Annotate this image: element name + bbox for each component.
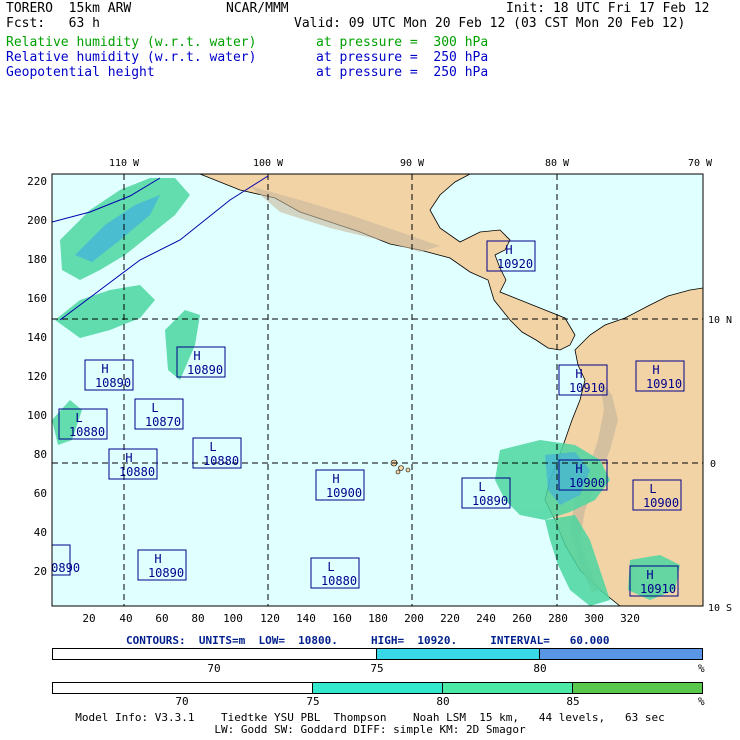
x-tick: 140 (296, 612, 316, 625)
colorbar-segment (539, 648, 703, 660)
colorbar-segment (376, 648, 540, 660)
colorbar-segment (52, 682, 313, 694)
y-tick: 20 (34, 565, 47, 578)
y-tick: 220 (27, 175, 47, 188)
colorbar-label: 70 (207, 662, 221, 675)
colorbar-segment (312, 682, 443, 694)
x-tick: 80 (191, 612, 204, 625)
x-tick: 60 (155, 612, 168, 625)
weather-map: H 10920 H 10890 H 10890 L 10880 L 10870 … (27, 158, 732, 625)
colorbar-label: 75 (306, 695, 320, 708)
center-type: H (101, 362, 108, 376)
x-tick: 160 (332, 612, 352, 625)
lat-labels: 10 N 0 10 S (708, 315, 732, 614)
center-type: L (75, 411, 82, 425)
y-tick: 80 (34, 448, 47, 461)
lon-label: 90 W (400, 158, 425, 169)
y-tick: 180 (27, 253, 47, 266)
center-type: L (209, 440, 216, 454)
y-tick: 40 (34, 526, 47, 539)
center-value: 10900 (643, 496, 679, 510)
x-tick: 280 (548, 612, 568, 625)
center-type: L (327, 560, 334, 574)
colorbar-unit: % (698, 695, 705, 708)
center-type: H (646, 568, 653, 582)
center-value: 10880 (69, 425, 105, 439)
center-value: 10890 (472, 494, 508, 508)
lon-label: 70 W (688, 158, 713, 169)
x-tick: 200 (404, 612, 424, 625)
center-type: H (193, 349, 200, 363)
x-tick: 20 (82, 612, 95, 625)
center-type: H (125, 451, 132, 465)
center-type: H (575, 462, 582, 476)
center-value: 10890 (187, 363, 223, 377)
y-tick: 120 (27, 370, 47, 383)
colorbar-label: 85 (566, 695, 580, 708)
center-value: 10890 (148, 566, 184, 580)
x-tick: 240 (476, 612, 496, 625)
center-value: 10890 (95, 376, 131, 390)
center-type: H (154, 552, 161, 566)
y-tick: 200 (27, 214, 47, 227)
colorbar-segment (442, 682, 573, 694)
y-tick: 100 (27, 409, 47, 422)
colorbar-label: 70 (175, 695, 189, 708)
lon-label: 110 W (109, 158, 140, 169)
x-tick: 120 (260, 612, 280, 625)
lat-label: 10 S (708, 603, 732, 614)
center-value: 10890 (44, 561, 80, 575)
lon-labels: 110 W 100 W 90 W 80 W 70 W (109, 158, 713, 169)
colorbar-label: 75 (370, 662, 384, 675)
x-tick: 40 (119, 612, 132, 625)
x-tick: 300 (584, 612, 604, 625)
x-tick: 320 (620, 612, 640, 625)
y-tick: 160 (27, 292, 47, 305)
center-value: 10870 (145, 415, 181, 429)
contour-info: CONTOURS: UNITS=m LOW= 10800. HIGH= 1092… (126, 634, 610, 647)
center-type: L (478, 480, 485, 494)
lon-label: 80 W (545, 158, 570, 169)
colorbar-segment (52, 648, 377, 660)
center-type: H (332, 472, 339, 486)
lon-label: 100 W (253, 158, 284, 169)
x-tick: 100 (223, 612, 243, 625)
x-tick: 260 (512, 612, 532, 625)
center-value: 10920 (497, 257, 533, 271)
center-value: 10900 (326, 486, 362, 500)
center-type: H (575, 367, 582, 381)
x-tick: 220 (440, 612, 460, 625)
colorbar-unit: % (698, 662, 705, 675)
model-info-line2: LW: Godd SW: Goddard DIFF: simple KM: 2D… (214, 723, 526, 736)
y-tick: 140 (27, 331, 47, 344)
y-tick: 60 (34, 487, 47, 500)
center-type: L (649, 482, 656, 496)
center-value: 10880 (321, 574, 357, 588)
center-type: L (151, 401, 158, 415)
center-type: H (652, 363, 659, 377)
center-value: 10910 (640, 582, 676, 596)
center-value: 10880 (203, 454, 239, 468)
colorbar-segment (572, 682, 703, 694)
center-value: 10910 (569, 381, 605, 395)
x-tick: 180 (368, 612, 388, 625)
center-value: 10880 (119, 465, 155, 479)
x-axis-ticks: 20 40 60 80 100 120 140 160 180 200 220 … (82, 612, 640, 625)
center-type: H (505, 243, 512, 257)
colorbar-label: 80 (533, 662, 547, 675)
lat-label: 10 N (708, 315, 732, 326)
lat-label: 0 (710, 459, 716, 470)
y-axis-ticks: 220 200 180 160 140 120 100 80 60 40 20 (27, 175, 47, 578)
center-value: 10910 (646, 377, 682, 391)
colorbar-label: 80 (436, 695, 450, 708)
center-value: 10900 (569, 476, 605, 490)
